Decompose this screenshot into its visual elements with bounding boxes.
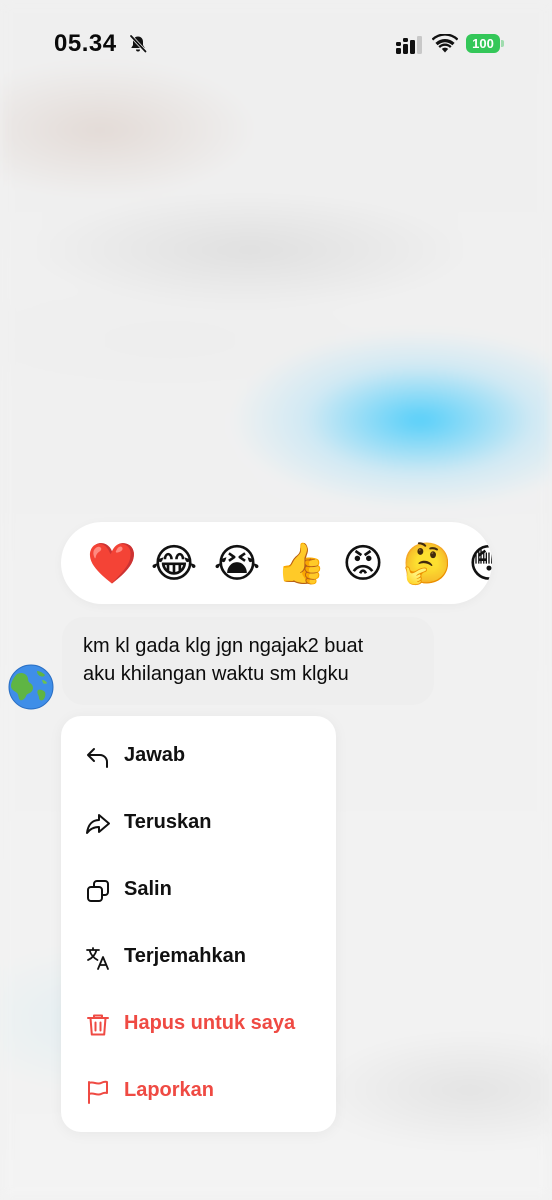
astonished-face-reaction-icon[interactable]: 😳 <box>465 540 492 588</box>
menu-item-forward[interactable]: Teruskan <box>61 793 336 853</box>
message-bubble[interactable]: km kl gada klg jgn ngajak2 buat aku khil… <box>62 617 434 705</box>
menu-item-translate-label: Terjemahkan <box>124 945 246 967</box>
menu-item-reply-label: Jawab <box>124 744 186 766</box>
message-text-line-2: aku khilangan waktu sm klgku <box>83 663 349 685</box>
menu-item-delete-label: Hapus untuk saya <box>124 1012 296 1034</box>
menu-item-copy[interactable]: Salin <box>61 860 336 920</box>
message-context-menu: Jawab Teruskan Salin Terjemahkan Hapus u… <box>61 716 336 1132</box>
trash-icon <box>87 1014 109 1036</box>
translate-icon <box>86 947 109 970</box>
thinking-face-reaction-icon[interactable]: 🤔 <box>402 540 452 588</box>
status-time: 05.34 <box>54 30 117 57</box>
menu-item-report-label: Laporkan <box>124 1079 215 1101</box>
battery-tip <box>501 40 504 47</box>
reaction-bar: ❤️ 😂 😭 👍 😡 🤔 😳 <box>61 522 492 604</box>
menu-item-translate[interactable]: Terjemahkan <box>61 927 336 987</box>
forward-arrow-icon <box>86 814 110 834</box>
globe-avatar-icon <box>8 664 54 710</box>
red-heart-reaction-icon[interactable]: ❤️ <box>87 540 137 588</box>
menu-item-reply[interactable]: Jawab <box>61 726 336 786</box>
reply-arrow-icon <box>87 748 108 768</box>
angry-face-reaction-icon[interactable]: 😡 <box>339 540 387 588</box>
copy-icon <box>87 880 109 902</box>
wifi-icon <box>432 34 458 53</box>
menu-item-report[interactable]: Laporkan <box>61 1061 336 1121</box>
cellular-signal-icon <box>396 36 422 54</box>
menu-item-copy-label: Salin <box>124 878 172 900</box>
tears-of-joy-reaction-icon[interactable]: 😂 <box>150 540 198 588</box>
menu-item-forward-label: Teruskan <box>124 811 212 833</box>
status-bar: 05.34 100 <box>0 0 552 92</box>
thumbs-up-reaction-icon[interactable]: 👍 <box>276 540 326 588</box>
battery-level: 100 <box>466 34 500 53</box>
message-text-line-1: km kl gada klg jgn ngajak2 buat <box>83 635 364 657</box>
loudly-crying-reaction-icon[interactable]: 😭 <box>213 540 261 588</box>
menu-item-delete-for-me[interactable]: Hapus untuk saya <box>61 994 336 1054</box>
bell-slash-icon <box>129 34 148 54</box>
battery-indicator: 100 <box>466 34 504 54</box>
flag-icon <box>88 1080 108 1104</box>
